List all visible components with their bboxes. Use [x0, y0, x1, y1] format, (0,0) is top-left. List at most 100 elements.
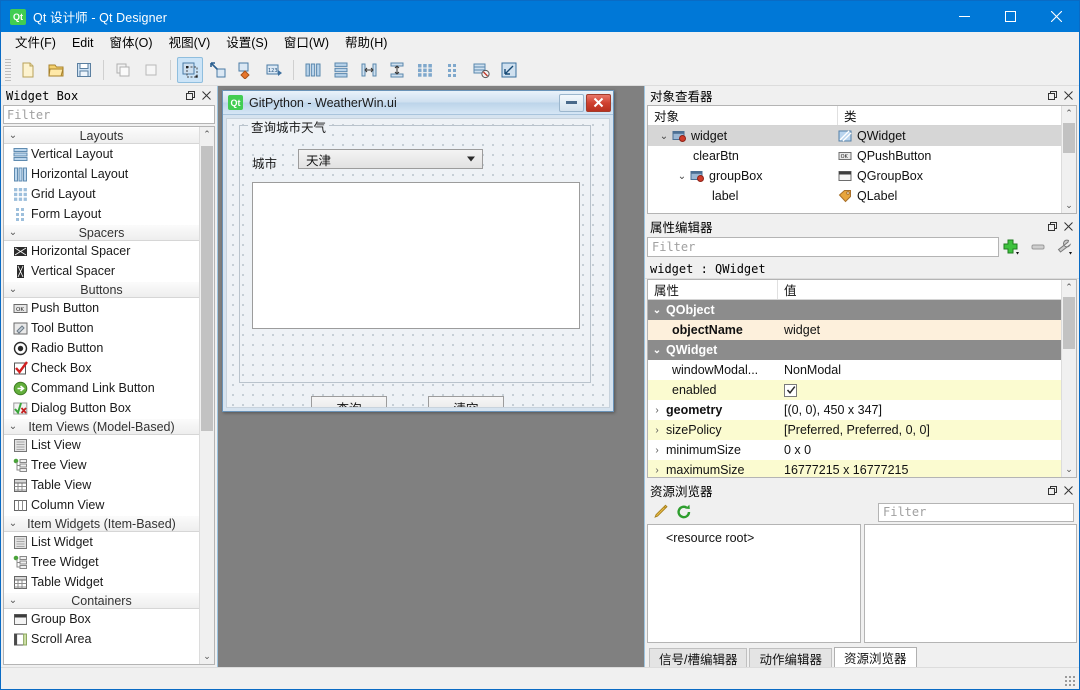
layout-splitter-vertical-button[interactable]: [384, 57, 410, 83]
adjust-size-button[interactable]: [496, 57, 522, 83]
menu-window[interactable]: 窗口(W): [276, 33, 337, 53]
widget-item-tree-widget[interactable]: Tree Widget: [4, 552, 199, 572]
break-layout-button[interactable]: [468, 57, 494, 83]
widget-item-form-layout[interactable]: Form Layout: [4, 204, 199, 224]
object-inspector-float-button[interactable]: [1045, 89, 1059, 103]
table-row[interactable]: ⌄ groupBox QGroupBox: [648, 166, 1061, 186]
tab-resource-browser[interactable]: 资源浏览器: [834, 647, 917, 667]
reload-resources-button[interactable]: [672, 501, 696, 523]
edit-resources-button[interactable]: [648, 501, 672, 523]
object-inspector-close-button[interactable]: [1061, 89, 1075, 103]
form-canvas[interactable]: 查询城市天气 城市 天津 查询 清空: [226, 118, 610, 408]
edit-widgets-button[interactable]: [177, 56, 203, 83]
scroll-down-arrow-icon[interactable]: ⌄: [200, 649, 214, 664]
add-property-button[interactable]: [999, 236, 1025, 258]
form-titlebar[interactable]: Qt GitPython - WeatherWin.ui: [223, 91, 613, 115]
scrollbar-track[interactable]: [1062, 121, 1076, 198]
widget-item-command-link-button[interactable]: Command Link Button: [4, 378, 199, 398]
layout-grid-button[interactable]: [412, 57, 438, 83]
close-button[interactable]: [1033, 1, 1079, 32]
edit-buddies-button[interactable]: [233, 57, 259, 83]
widget-item-column-view[interactable]: Column View: [4, 495, 199, 515]
widget-item-grid-layout[interactable]: Grid Layout: [4, 184, 199, 204]
groupbox-weather[interactable]: 查询城市天气 城市 天津: [239, 119, 591, 383]
resource-browser-float-button[interactable]: [1045, 484, 1059, 498]
property-value[interactable]: [Preferred, Preferred, 0, 0]: [778, 423, 1061, 437]
remove-property-button[interactable]: [1025, 236, 1051, 258]
property-editor-close-button[interactable]: [1061, 220, 1075, 234]
object-inspector-scrollbar[interactable]: ⌃ ⌄: [1061, 106, 1076, 213]
widget-box-float-button[interactable]: [183, 89, 197, 103]
scrollbar-thumb[interactable]: [201, 146, 213, 431]
resource-list-pane[interactable]: [864, 524, 1077, 643]
scrollbar-thumb[interactable]: [1063, 297, 1075, 349]
tab-action-editor[interactable]: 动作编辑器: [749, 648, 832, 667]
widget-item-group-box[interactable]: Group Box: [4, 609, 199, 629]
property-row-sizepolicy[interactable]: › sizePolicy [Preferred, Preferred, 0, 0…: [648, 420, 1061, 440]
class-column-header[interactable]: 类: [838, 106, 1061, 125]
menu-help[interactable]: 帮助(H): [337, 33, 395, 53]
table-row[interactable]: clearBtn OK QPushButton: [648, 146, 1061, 166]
property-editor-float-button[interactable]: [1045, 220, 1059, 234]
layout-splitter-horizontal-button[interactable]: [356, 57, 382, 83]
undo-button[interactable]: [110, 57, 136, 83]
property-value[interactable]: 16777215 x 16777215: [778, 463, 1061, 477]
widget-item-horizontal-layout[interactable]: Horizontal Layout: [4, 164, 199, 184]
resource-filter-input[interactable]: Filter: [878, 502, 1074, 522]
table-row[interactable]: ⌄ widget QWidget: [648, 126, 1061, 146]
layout-horizontally-button[interactable]: [300, 57, 326, 83]
widget-box-category-item-views[interactable]: ⌄ Item Views (Model-Based): [4, 418, 199, 435]
query-button[interactable]: 查询: [311, 396, 387, 407]
resource-root-item[interactable]: <resource root>: [666, 531, 754, 545]
menu-settings[interactable]: 设置(S): [218, 33, 276, 53]
property-value-column-header[interactable]: 值: [778, 280, 1061, 299]
menu-edit[interactable]: Edit: [64, 33, 102, 53]
maximize-button[interactable]: [987, 1, 1033, 32]
chevron-down-icon[interactable]: ⌄: [656, 131, 672, 142]
tab-signal-slot-editor[interactable]: 信号/槽编辑器: [649, 648, 748, 667]
widget-item-radio-button[interactable]: Radio Button: [4, 338, 199, 358]
minimize-button[interactable]: [941, 1, 987, 32]
property-value[interactable]: NonModal: [778, 363, 1061, 377]
property-value[interactable]: [778, 383, 1061, 397]
widget-item-vertical-layout[interactable]: Vertical Layout: [4, 144, 199, 164]
chevron-right-icon[interactable]: ›: [648, 405, 666, 416]
resource-tree-pane[interactable]: <resource root>: [647, 524, 861, 643]
weather-result-textedit[interactable]: [252, 182, 580, 329]
toolbar-drag-handle[interactable]: [5, 58, 11, 81]
chevron-right-icon[interactable]: ›: [648, 465, 666, 476]
chevron-right-icon[interactable]: ›: [648, 425, 666, 436]
scrollbar-track[interactable]: [1062, 295, 1076, 462]
widget-item-vertical-spacer[interactable]: Vertical Spacer: [4, 261, 199, 281]
property-row-objectname[interactable]: objectName widget: [648, 320, 1061, 340]
scrollbar-thumb[interactable]: [1063, 123, 1075, 153]
property-row-maximumsize[interactable]: › maximumSize 16777215 x 16777215: [648, 460, 1061, 477]
widget-box-category-item-widgets[interactable]: ⌄ Item Widgets (Item-Based): [4, 515, 199, 532]
form-minimize-button[interactable]: [559, 93, 584, 112]
property-row-windowmodality[interactable]: windowModal... NonModal: [648, 360, 1061, 380]
widget-box-close-button[interactable]: [199, 89, 213, 103]
save-form-button[interactable]: [71, 57, 97, 83]
chevron-down-icon[interactable]: ⌄: [648, 345, 666, 356]
widget-item-horizontal-spacer[interactable]: Horizontal Spacer: [4, 241, 199, 261]
widget-item-check-box[interactable]: Check Box: [4, 358, 199, 378]
new-form-button[interactable]: [15, 57, 41, 83]
form-editor-workspace[interactable]: Qt GitPython - WeatherWin.ui 查询城市天气 城市 天…: [218, 86, 644, 667]
redo-button[interactable]: [138, 57, 164, 83]
layout-vertically-button[interactable]: [328, 57, 354, 83]
property-filter-input[interactable]: Filter: [647, 237, 999, 257]
property-editor-scrollbar[interactable]: ⌃ ⌄: [1061, 280, 1076, 477]
form-preview-window[interactable]: Qt GitPython - WeatherWin.ui 查询城市天气 城市 天…: [222, 90, 614, 412]
open-form-button[interactable]: [43, 57, 69, 83]
enabled-checkbox[interactable]: [784, 383, 797, 397]
property-value[interactable]: 0 x 0: [778, 443, 1061, 457]
widget-item-scroll-area[interactable]: Scroll Area: [4, 629, 199, 649]
scrollbar-track[interactable]: [200, 142, 214, 649]
configure-button[interactable]: [1051, 236, 1077, 258]
scroll-up-arrow-icon[interactable]: ⌃: [1062, 280, 1076, 295]
resource-browser-close-button[interactable]: [1061, 484, 1075, 498]
form-close-button[interactable]: [586, 93, 611, 112]
widget-item-list-widget[interactable]: List Widget: [4, 532, 199, 552]
property-value[interactable]: widget: [778, 323, 1061, 337]
menu-form[interactable]: 窗体(O): [102, 33, 161, 53]
